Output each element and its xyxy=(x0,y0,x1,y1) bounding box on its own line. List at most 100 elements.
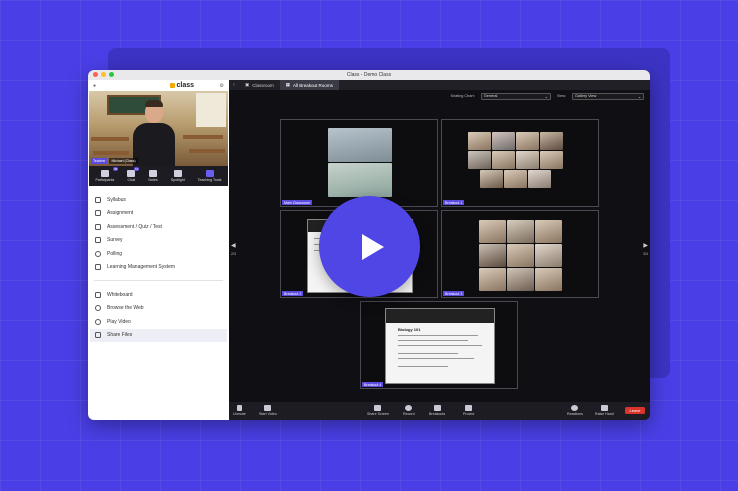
chat-count-badge: 10 xyxy=(133,167,140,171)
page-indicator-left: 2/3 xyxy=(231,252,236,256)
participant-video xyxy=(516,132,539,150)
microphone-icon xyxy=(236,405,242,411)
participant-name: Michael (Class) xyxy=(109,158,138,164)
room-breakout-4[interactable]: Biology 101 Breakout 4 xyxy=(360,301,518,389)
unmute-button[interactable]: Unmute xyxy=(233,405,246,416)
chat-button[interactable]: 10 Chat xyxy=(127,167,140,182)
participant-video xyxy=(504,170,527,188)
minimize-window-button[interactable] xyxy=(101,72,106,77)
brand-logo: class xyxy=(169,82,194,89)
menu-item-share-files[interactable]: Share Files xyxy=(90,328,227,342)
menu-item-label: Browse the Web xyxy=(107,305,144,312)
room-main-classroom[interactable]: Main Classroom xyxy=(280,119,438,207)
spotlight-icon xyxy=(173,170,182,177)
menu-item-browse-web[interactable]: Browse the Web xyxy=(88,302,229,316)
participant-video xyxy=(507,268,534,291)
lms-icon xyxy=(95,264,101,271)
menu-item-label: Assignment xyxy=(107,210,134,217)
desk-image xyxy=(93,151,129,155)
tab-label: Classroom xyxy=(252,82,274,88)
menu-item-syllabus[interactable]: Syllabus xyxy=(88,193,229,207)
doc-line xyxy=(398,366,448,367)
close-window-button[interactable] xyxy=(93,72,98,77)
menu-item-assessment[interactable]: Assessment / Quiz / Test xyxy=(88,220,229,234)
role-badge: Teacher xyxy=(91,158,108,164)
room-label: Main Classroom xyxy=(282,200,312,205)
participant-video xyxy=(328,128,392,162)
record-icon xyxy=(405,405,413,411)
raise-hand-button[interactable]: Raise Hand xyxy=(595,405,614,416)
maximize-window-button[interactable] xyxy=(109,72,114,77)
proctor-button[interactable]: Proctor xyxy=(463,405,475,416)
meeting-controls: Unmute Start Video Share Screen Record B… xyxy=(229,402,650,420)
participant-video xyxy=(479,268,506,291)
record-button[interactable]: Record xyxy=(403,405,415,416)
participant-video xyxy=(535,244,562,267)
status-dot-icon: ● xyxy=(93,82,97,89)
participant-video xyxy=(468,132,491,150)
globe-icon xyxy=(95,305,101,312)
menu-item-assignment[interactable]: Assignment xyxy=(88,207,229,221)
doc-line xyxy=(398,358,474,359)
tab-classroom[interactable]: ▣ Classroom xyxy=(239,80,280,90)
reactions-button[interactable]: Reactions xyxy=(567,405,583,416)
camera-icon xyxy=(264,405,272,411)
room-label: Breakout 4 xyxy=(362,382,384,387)
grid-icon: ▦ xyxy=(285,82,291,87)
share-screen-label: Share Screen xyxy=(367,412,389,416)
seating-chart-value: General xyxy=(483,94,498,98)
polling-icon xyxy=(95,250,101,257)
share-screen-icon xyxy=(374,405,382,411)
breakout-overview: ‹ ▣ Classroom ▦ All Breakout Rooms Seati… xyxy=(229,80,650,420)
participant-video xyxy=(540,151,563,169)
view-select[interactable]: Gallery View ⌄ xyxy=(572,92,644,100)
doc-line xyxy=(398,340,468,341)
next-page-icon[interactable]: ▶ xyxy=(643,242,648,249)
participants-button[interactable]: 25 Participants xyxy=(95,167,119,182)
spotlight-button[interactable]: Spotlight xyxy=(171,170,185,182)
desk-image xyxy=(189,149,225,153)
share-screen-button[interactable]: Share Screen xyxy=(367,405,389,416)
play-video-icon xyxy=(95,318,101,325)
participant-video xyxy=(480,170,503,188)
teaching-tools-button[interactable]: Teaching Tools xyxy=(198,170,221,182)
teacher-body xyxy=(133,123,175,166)
menu-item-play-video[interactable]: Play Video xyxy=(88,315,229,329)
previous-page-icon[interactable]: ◀ xyxy=(231,242,236,249)
menu-item-lms[interactable]: Learning Management System xyxy=(88,261,229,275)
desk-image xyxy=(91,137,129,141)
tab-all-breakout-rooms[interactable]: ▦ All Breakout Rooms xyxy=(279,80,339,90)
menu-item-whiteboard[interactable]: Whiteboard xyxy=(88,288,229,302)
participant-video xyxy=(507,244,534,267)
participant-video xyxy=(535,268,562,291)
shared-screen: Biology 101 xyxy=(385,308,495,384)
participant-video xyxy=(492,151,515,169)
start-video-button[interactable]: Start Video xyxy=(259,405,277,416)
seating-chart-label: Seating Chart: xyxy=(450,94,475,98)
assignment-icon xyxy=(95,210,101,217)
tab-label: All Breakout Rooms xyxy=(293,82,333,88)
menu-item-label: Polling xyxy=(107,250,123,257)
menu-item-label: Whiteboard xyxy=(107,291,133,298)
menu-item-survey[interactable]: Survey xyxy=(88,234,229,248)
menu-item-polling[interactable]: Polling xyxy=(88,247,229,261)
spotlight-label: Spotlight xyxy=(170,178,185,182)
participants-label: Participants xyxy=(95,178,115,182)
room-breakout-1[interactable]: Breakout 1 xyxy=(441,119,599,207)
play-video-button[interactable] xyxy=(319,196,420,297)
menu-item-label: Survey xyxy=(107,237,123,244)
settings-icon[interactable]: ⚙ xyxy=(220,83,224,89)
notes-button[interactable]: Notes xyxy=(148,170,158,182)
seating-chart-select[interactable]: General ⌄ xyxy=(480,92,551,100)
record-label: Record xyxy=(403,412,415,416)
classroom-window-image xyxy=(196,93,226,127)
back-arrow-icon[interactable]: ‹ xyxy=(229,80,239,90)
play-icon xyxy=(361,233,384,260)
menu-item-label: Syllabus xyxy=(107,196,126,203)
breakouts-button[interactable]: Breakouts xyxy=(429,405,445,416)
quick-action-bar: 25 Participants 10 Chat Notes Spotlight xyxy=(89,166,228,186)
teacher-hair xyxy=(145,100,163,107)
leave-button[interactable]: Leave xyxy=(625,407,645,414)
room-breakout-3[interactable]: Breakout 3 xyxy=(441,210,599,298)
notes-icon xyxy=(149,170,157,177)
